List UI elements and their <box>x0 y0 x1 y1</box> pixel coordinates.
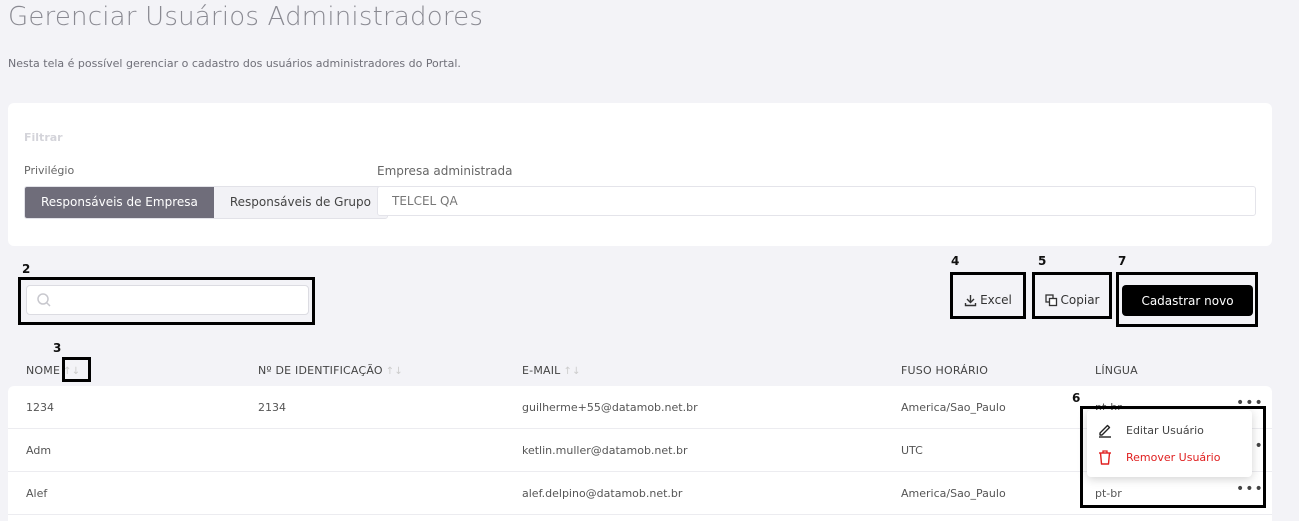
column-header-lingua: LÍNGUA <box>1095 364 1138 377</box>
cell-email: guilherme+55@datamob.net.br <box>522 401 698 414</box>
annotation-number-4: 4 <box>951 254 960 268</box>
privilege-label: Privilégio <box>24 164 75 177</box>
copy-button[interactable]: Copiar <box>1037 285 1107 315</box>
annotation-number-2: 2 <box>22 262 31 276</box>
column-label-lingua: LÍNGUA <box>1095 364 1138 377</box>
sort-icon[interactable]: ↑↓ <box>386 366 403 377</box>
empresa-input[interactable] <box>377 186 1256 216</box>
column-label-nome: NOME <box>26 364 61 377</box>
download-icon <box>964 294 977 306</box>
column-header-fuso: FUSO HORÁRIO <box>901 364 988 377</box>
search-box[interactable] <box>26 285 309 315</box>
cadastrar-novo-button[interactable]: Cadastrar novo <box>1122 285 1253 316</box>
cell-fuso: UTC <box>901 444 923 457</box>
sort-icon[interactable]: ↑↓ <box>63 366 80 377</box>
sort-icon[interactable]: ↑↓ <box>564 366 581 377</box>
annotation-number-5: 5 <box>1038 254 1047 268</box>
filter-title: Filtrar <box>24 131 63 144</box>
copy-icon <box>1044 293 1057 306</box>
cell-nome: Adm <box>26 444 52 457</box>
annotation-number-6: 6 <box>1072 391 1081 405</box>
cell-nome: Alef <box>26 487 48 500</box>
privilege-option-empresa[interactable]: Responsáveis de Empresa <box>25 187 214 218</box>
column-header-email[interactable]: E-MAIL ↑↓ <box>522 364 581 377</box>
column-label-identificacao: Nº DE IDENTIFICAÇÃO <box>258 364 383 377</box>
cell-nome: 1234 <box>26 401 54 414</box>
cell-email: alef.delpino@datamob.net.br <box>522 487 683 500</box>
copy-label: Copiar <box>1060 293 1100 307</box>
annotation-number-3: 3 <box>53 341 62 355</box>
search-input[interactable] <box>57 286 302 314</box>
privilege-segmented-control: Responsáveis de Empresa Responsáveis de … <box>24 186 388 219</box>
page-title: Gerenciar Usuários Administradores <box>8 2 484 32</box>
column-header-identificacao[interactable]: Nº DE IDENTIFICAÇÃO ↑↓ <box>258 364 403 377</box>
annotation-number-7: 7 <box>1118 254 1127 268</box>
cell-email: ketlin.muller@datamob.net.br <box>522 444 688 457</box>
cell-fuso: America/Sao_Paulo <box>901 401 1006 414</box>
cell-fuso: America/Sao_Paulo <box>901 487 1006 500</box>
page-description: Nesta tela é possível gerenciar o cadast… <box>8 57 461 70</box>
search-icon <box>37 293 51 307</box>
excel-button[interactable]: Excel <box>955 285 1021 315</box>
column-label-fuso: FUSO HORÁRIO <box>901 364 989 377</box>
cell-identificacao: 2134 <box>258 401 286 414</box>
empresa-label: Empresa administrada <box>377 164 513 178</box>
privilege-option-grupo[interactable]: Responsáveis de Grupo <box>213 187 387 218</box>
excel-label: Excel <box>980 293 1012 307</box>
filter-card: Filtrar Privilégio Responsáveis de Empre… <box>8 103 1272 246</box>
column-header-nome[interactable]: NOME ↑↓ <box>26 364 80 377</box>
column-label-email: E-MAIL <box>522 364 561 377</box>
annotation-box-menu <box>1080 406 1266 508</box>
